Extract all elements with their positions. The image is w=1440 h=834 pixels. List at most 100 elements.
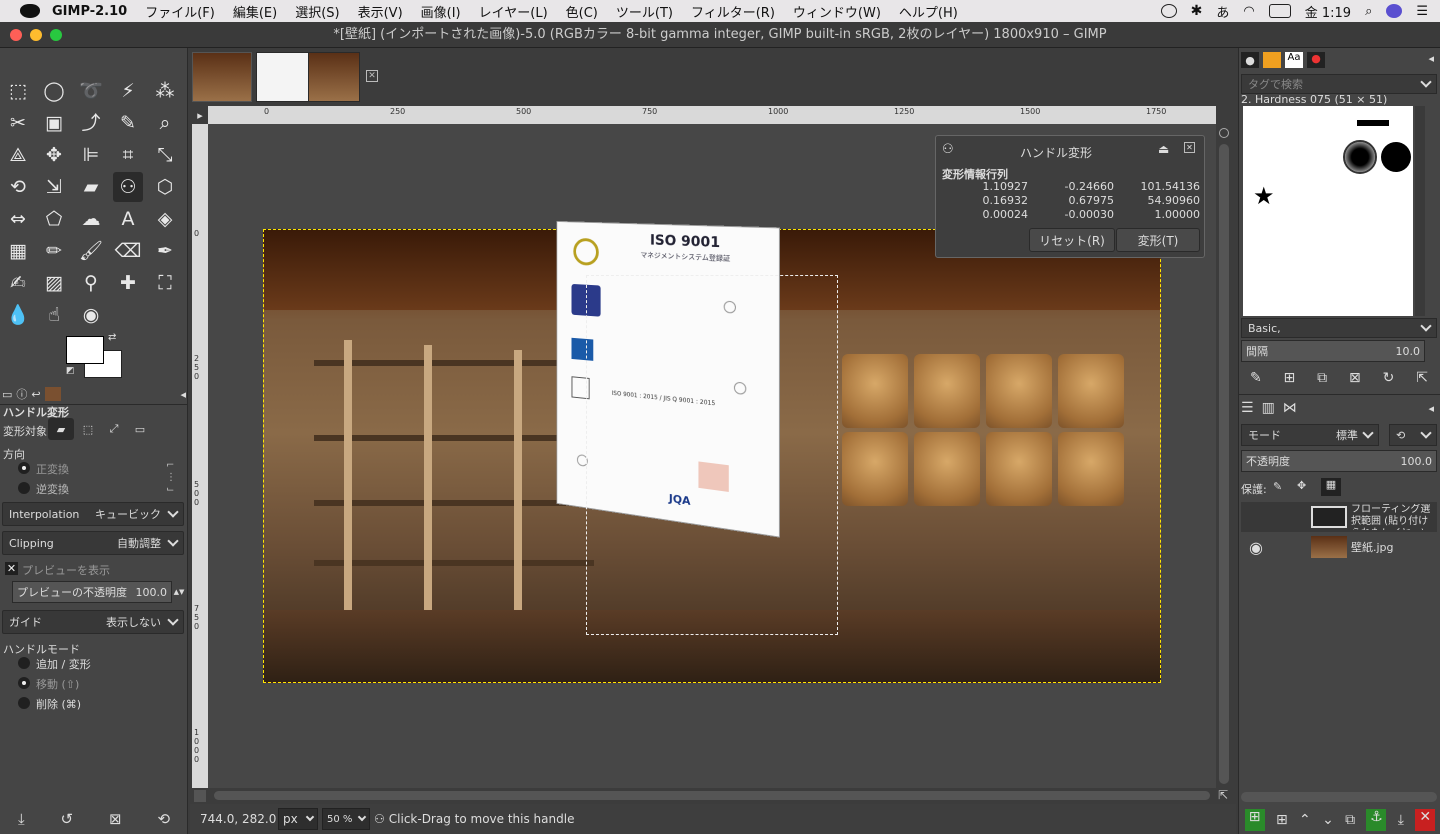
- measure-icon[interactable]: ⟁: [3, 140, 33, 170]
- layer-name[interactable]: 壁紙.jpg: [1351, 539, 1394, 555]
- preview-opacity-slider[interactable]: プレビューの不透明度 100.0: [12, 581, 172, 603]
- navigate-icon[interactable]: [1219, 128, 1229, 138]
- brush-spacing-slider[interactable]: 間隔 10.0: [1241, 340, 1425, 362]
- layer-opacity-slider[interactable]: 不透明度 100.0: [1241, 450, 1437, 472]
- brush-block[interactable]: [1357, 120, 1389, 126]
- new-brush-icon[interactable]: ⊞: [1284, 370, 1296, 386]
- delete-tool-preset-icon[interactable]: ⊠: [109, 810, 122, 828]
- lock-pixels-icon[interactable]: ✎: [1273, 480, 1282, 493]
- rotate-icon[interactable]: ⟲: [3, 172, 33, 202]
- composite-mode-select[interactable]: ⟲: [1389, 424, 1437, 446]
- shear-icon[interactable]: ▰: [76, 172, 106, 202]
- undo-history-tab-icon[interactable]: ↩: [31, 388, 40, 401]
- channels-tab-icon[interactable]: ▥: [1262, 400, 1275, 416]
- direction-backward-radio[interactable]: [18, 482, 30, 494]
- eye-icon[interactable]: ◉: [1241, 538, 1271, 557]
- brush-tag-filter[interactable]: タグで検索: [1241, 74, 1437, 94]
- cage-transform-icon[interactable]: ⬠: [39, 204, 69, 234]
- direction-forward-radio[interactable]: [18, 462, 30, 474]
- ellipse-select-icon[interactable]: ◯: [39, 76, 69, 106]
- horizontal-ruler[interactable]: 0 250 500 750 1000 1250 1500 1750: [208, 106, 1216, 124]
- image-tab-wallpaper-copy[interactable]: [308, 52, 360, 102]
- foreground-color-swatch[interactable]: [66, 336, 104, 364]
- zoom-window-button[interactable]: [50, 29, 62, 41]
- apple-icon[interactable]: [20, 4, 40, 18]
- horizontal-scrollbar[interactable]: [208, 788, 1216, 802]
- edit-brush-icon[interactable]: ✎: [1250, 370, 1262, 386]
- menu-edit[interactable]: 編集(E): [233, 2, 277, 21]
- transform-selection-icon[interactable]: ⬚: [78, 420, 98, 438]
- swap-colors-icon[interactable]: ⇄: [108, 332, 116, 343]
- unit-select[interactable]: px: [278, 808, 318, 830]
- app-menu[interactable]: GIMP-2.10: [52, 4, 127, 19]
- scissors-icon[interactable]: ✂: [3, 108, 33, 138]
- image-tab-certificate[interactable]: [256, 52, 316, 102]
- close-tab-icon[interactable]: ✕: [366, 70, 378, 82]
- eraser-icon[interactable]: ⌫: [113, 236, 143, 266]
- dock-menu-icon[interactable]: ◂: [1428, 52, 1434, 65]
- reset-tool-options-icon[interactable]: ⟲: [157, 810, 170, 828]
- dock-menu-icon[interactable]: ◂: [180, 388, 186, 401]
- image-canvas[interactable]: ISO 9001 マネジメントシステム登録証 ISO 9001 : 2015 /…: [208, 124, 1216, 788]
- patterns-tab-icon[interactable]: [1263, 52, 1281, 68]
- scroll-thumb[interactable]: [214, 791, 1210, 800]
- tool-options-tab-icon[interactable]: ▭: [2, 388, 12, 401]
- brush-star-icon[interactable]: ★: [1253, 182, 1275, 210]
- clipping-select[interactable]: Clipping 自動調整: [2, 531, 184, 555]
- scale-icon[interactable]: ⇲: [39, 172, 69, 202]
- paths-icon[interactable]: ⤴: [76, 108, 106, 138]
- menu-view[interactable]: 表示(V): [358, 2, 403, 21]
- paths-tab-icon[interactable]: ⋈: [1283, 400, 1297, 416]
- brush-hardness-075[interactable]: [1345, 142, 1375, 172]
- image-tab-wallpaper[interactable]: [192, 52, 252, 102]
- menu-color[interactable]: 色(C): [566, 2, 598, 21]
- menu-select[interactable]: 選択(S): [295, 2, 339, 21]
- layer-name[interactable]: フローティング選択範囲 (貼り付けられたレイヤー): [1351, 504, 1431, 530]
- bucket-fill-icon[interactable]: ◈: [150, 204, 180, 234]
- handle-transform-icon[interactable]: ⚇: [113, 172, 143, 202]
- perspective-icon[interactable]: ⬡: [150, 172, 180, 202]
- duplicate-layer-icon[interactable]: ⧉: [1345, 812, 1355, 828]
- brush-preset-select[interactable]: Basic,: [1241, 318, 1437, 338]
- warp-transform-icon[interactable]: ☁: [76, 204, 106, 234]
- handle-mode-move-radio[interactable]: [18, 677, 30, 689]
- collapse-icon[interactable]: ⏏: [1158, 142, 1169, 156]
- quick-mask-corner-icon[interactable]: ▸: [192, 106, 208, 124]
- layers-tab-icon[interactable]: ☰: [1241, 400, 1254, 416]
- images-tab-icon[interactable]: [45, 387, 61, 401]
- brush-as-image-icon[interactable]: ⇱: [1416, 370, 1428, 386]
- brushes-tab-icon[interactable]: ●: [1241, 52, 1259, 68]
- perspective-clone-icon[interactable]: ⛶: [150, 268, 180, 298]
- chain-icon[interactable]: ⌐ ⋮ ⌙: [166, 460, 176, 496]
- guide-select[interactable]: ガイド 表示しない: [2, 610, 184, 634]
- align-icon[interactable]: ⊫: [76, 140, 106, 170]
- duplicate-brush-icon[interactable]: ⧉: [1317, 370, 1327, 386]
- preview-checkbox[interactable]: ✕: [5, 562, 18, 575]
- airbrush-icon[interactable]: ✒: [150, 236, 180, 266]
- move-icon[interactable]: ✥: [39, 140, 69, 170]
- spotlight-icon[interactable]: ⌕: [1365, 4, 1372, 19]
- fg-bg-colors[interactable]: ⇄ ◩: [66, 336, 126, 380]
- free-select-icon[interactable]: ➰: [76, 76, 106, 106]
- handle-mode-add-radio[interactable]: [18, 657, 30, 669]
- lock-alpha-icon[interactable]: ▦: [1321, 478, 1341, 496]
- transform-button[interactable]: 変形(T): [1116, 228, 1200, 252]
- new-layer-group-icon[interactable]: ⊞: [1276, 812, 1288, 828]
- fuzzy-select-icon[interactable]: ⚡: [113, 76, 143, 106]
- menu-filters[interactable]: フィルター(R): [691, 2, 775, 21]
- zoom-icon[interactable]: ⌕: [150, 108, 180, 138]
- zoom-select[interactable]: 50 %: [322, 808, 370, 830]
- vertical-scrollbar[interactable]: [1216, 124, 1232, 788]
- blur-icon[interactable]: 💧: [3, 300, 33, 330]
- menu-image[interactable]: 画像(I): [421, 2, 461, 21]
- layers-scrollbar[interactable]: [1241, 792, 1437, 802]
- new-layer-icon[interactable]: ⊞: [1245, 809, 1265, 831]
- paintbrush-icon[interactable]: 🖌: [76, 236, 106, 266]
- vertical-ruler[interactable]: 0 2 5 0 5 0 0 7 5 0 1 0 0 0: [192, 124, 208, 788]
- notification-center-icon[interactable]: ☰: [1416, 4, 1428, 19]
- brush-hardness-100[interactable]: [1381, 142, 1411, 172]
- delete-layer-icon[interactable]: ✕: [1415, 809, 1435, 831]
- rect-select-icon[interactable]: ⬚: [3, 76, 33, 106]
- heal-icon[interactable]: ✚: [113, 268, 143, 298]
- brush-scrollbar[interactable]: [1415, 106, 1425, 316]
